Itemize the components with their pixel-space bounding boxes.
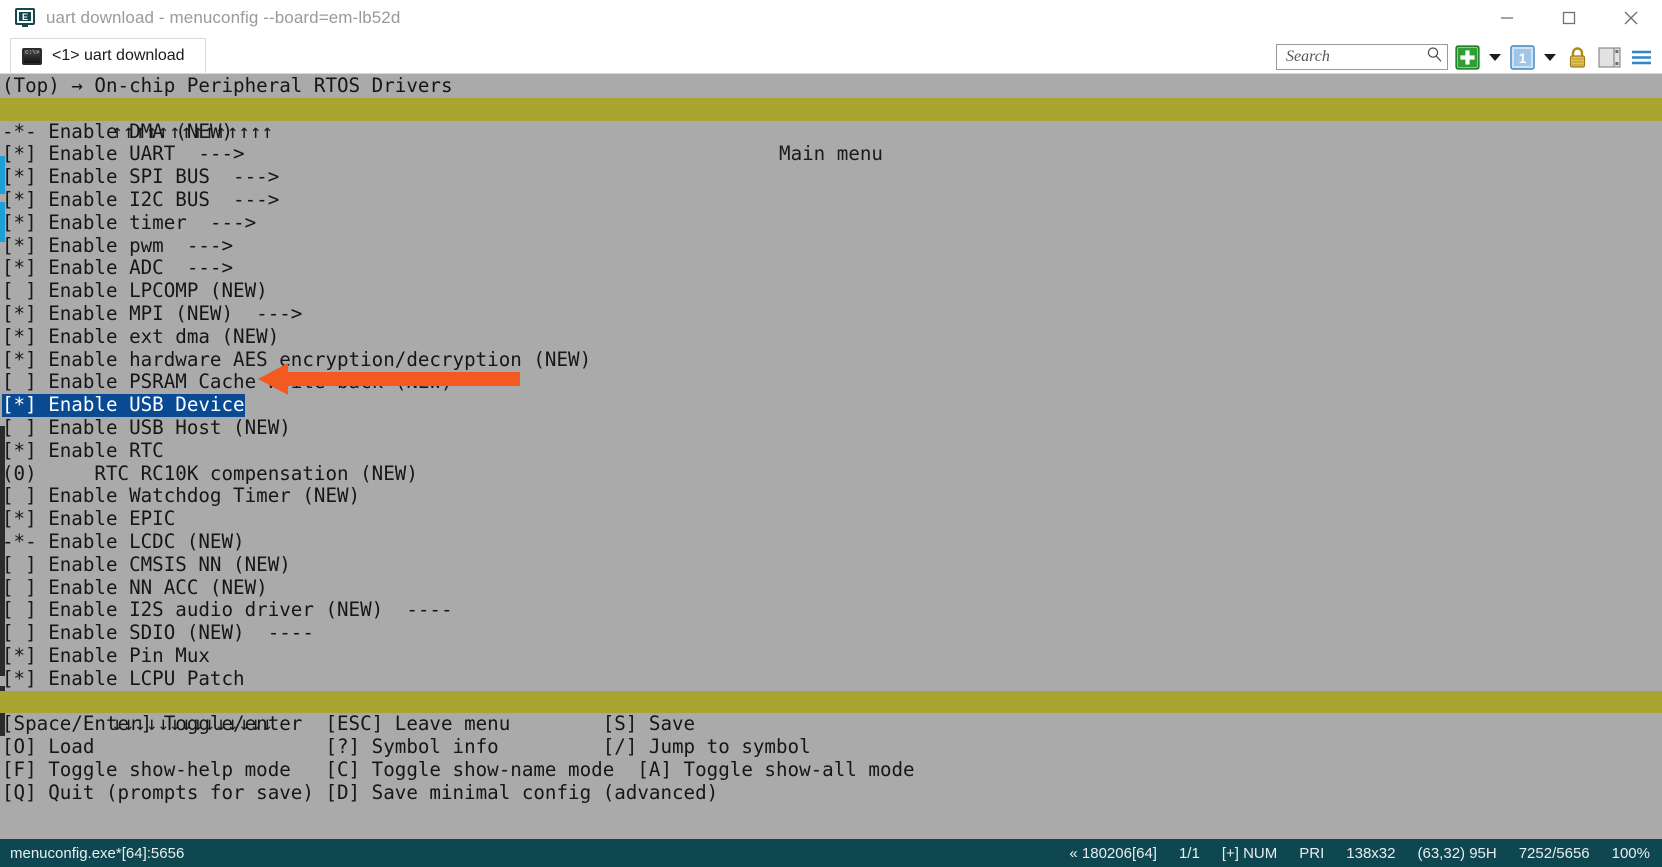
- status-item: [+] NUM: [1222, 845, 1277, 862]
- status-item: 7252/5656: [1519, 845, 1590, 862]
- session-button[interactable]: 1: [1510, 45, 1535, 70]
- close-button[interactable]: [1600, 0, 1662, 36]
- scroll-down-arrows: ↓↓↓↓↓↓↓↓↓↓↓↓↓↓: [69, 712, 273, 735]
- menu-item[interactable]: [*] Enable LCPU Patch: [0, 668, 1662, 691]
- tab-uart-download[interactable]: <1> uart download: [10, 38, 206, 73]
- menu-item[interactable]: -*- Enable LCDC (NEW): [0, 531, 1662, 554]
- scroll-up-arrows: ↑↑↑↑↑↑↑↑↑↑↑↑↑↑: [69, 120, 273, 143]
- svg-text:E: E: [22, 12, 28, 22]
- status-item: (63,32) 95H: [1418, 845, 1497, 862]
- menu-item[interactable]: [ ] Enable PSRAM Cache write back (NEW): [0, 371, 1662, 394]
- menu-item[interactable]: [*] Enable ADC --->: [0, 257, 1662, 280]
- svg-text:1: 1: [1519, 50, 1527, 66]
- lock-icon[interactable]: [1565, 45, 1590, 70]
- new-tab-dropdown-icon[interactable]: [1489, 54, 1501, 61]
- tab-bar: <1> uart download: [0, 36, 1662, 74]
- maximize-button[interactable]: [1538, 0, 1600, 36]
- menu-item[interactable]: [*] Enable I2C BUS --->: [0, 189, 1662, 212]
- new-tab-button[interactable]: [1455, 45, 1480, 70]
- toolbar: 1: [1276, 44, 1654, 70]
- menu-item[interactable]: [*] Enable MPI (NEW) --->: [0, 303, 1662, 326]
- title-bar-left: E uart download - menuconfig --board=em-…: [0, 7, 400, 29]
- menu-item-selected-label: [*] Enable USB Device: [2, 394, 245, 417]
- menu-item[interactable]: [ ] Enable CMSIS NN (NEW): [0, 554, 1662, 577]
- status-process: menuconfig.exe*[64]:5656: [10, 845, 184, 862]
- window-controls: [1476, 0, 1662, 36]
- key-hint-row: [Q] Quit (prompts for save) [D] Save min…: [0, 782, 1662, 805]
- menu-item[interactable]: [*] Enable RTC: [0, 440, 1662, 463]
- status-indicators: « 180206[64] 1/1 [+] NUM PRI 138x32 (63,32) 9…: [1069, 845, 1656, 862]
- key-hint-row: [F] Toggle show-help mode [C] Toggle sho…: [0, 759, 1662, 782]
- minimize-button[interactable]: [1476, 0, 1538, 36]
- menu-top-bar: ↑↑↑↑↑↑↑↑↑↑↑↑↑↑ Main menu: [0, 98, 1662, 121]
- menu-item[interactable]: [*] Enable ext dma (NEW): [0, 326, 1662, 349]
- window-title: uart download - menuconfig --board=em-lb…: [46, 8, 400, 28]
- console-app-icon: E: [14, 7, 36, 29]
- menu-item[interactable]: [ ] Enable NN ACC (NEW): [0, 577, 1662, 600]
- split-view-icon[interactable]: [1597, 45, 1622, 70]
- status-item: PRI: [1299, 845, 1324, 862]
- menu-item[interactable]: [ ] Enable USB Host (NEW): [0, 417, 1662, 440]
- menu-item[interactable]: [*] Enable Pin Mux: [0, 645, 1662, 668]
- status-bar: menuconfig.exe*[64]:5656 « 180206[64] 1/1…: [0, 839, 1662, 867]
- console-icon: [22, 48, 42, 65]
- search-box[interactable]: [1276, 44, 1448, 70]
- status-item: 138x32: [1346, 845, 1395, 862]
- menu-item[interactable]: [ ] Enable LPCOMP (NEW): [0, 280, 1662, 303]
- menu-item[interactable]: [*] Enable SPI BUS --->: [0, 166, 1662, 189]
- search-icon[interactable]: [1426, 46, 1443, 68]
- menu-list[interactable]: -*- Enable DMA (NEW)[*] Enable UART --->…: [0, 121, 1662, 691]
- menu-item[interactable]: [*] Enable hardware AES encryption/decry…: [0, 349, 1662, 372]
- menu-title: Main menu: [0, 143, 1662, 166]
- terminal-screen[interactable]: (Top) → On-chip Peripheral RTOS Drivers …: [0, 74, 1662, 839]
- menu-icon[interactable]: [1629, 45, 1654, 70]
- menu-item[interactable]: [*] Enable EPIC: [0, 508, 1662, 531]
- menu-item[interactable]: [*] Enable timer --->: [0, 212, 1662, 235]
- menu-item[interactable]: [ ] Enable SDIO (NEW) ----: [0, 622, 1662, 645]
- menu-bottom-bar: ↓↓↓↓↓↓↓↓↓↓↓↓↓↓: [0, 691, 1662, 714]
- menu-item[interactable]: [ ] Enable Watchdog Timer (NEW): [0, 485, 1662, 508]
- tab-label: <1> uart download: [52, 47, 185, 65]
- key-hint-row: [O] Load [?] Symbol info [/] Jump to sym…: [0, 736, 1662, 759]
- status-item: 1/1: [1179, 845, 1200, 862]
- status-item: « 180206[64]: [1069, 845, 1157, 862]
- menu-item[interactable]: (0) RTC RC10K compensation (NEW): [0, 463, 1662, 486]
- app-window: E uart download - menuconfig --board=em-…: [0, 0, 1662, 867]
- session-dropdown-icon[interactable]: [1544, 54, 1556, 61]
- status-item: 100%: [1612, 845, 1650, 862]
- menu-item[interactable]: [*] Enable USB Device: [0, 394, 1662, 417]
- search-input[interactable]: [1284, 47, 1426, 67]
- menu-item[interactable]: [*] Enable pwm --->: [0, 235, 1662, 258]
- breadcrumb: (Top) → On-chip Peripheral RTOS Drivers: [0, 75, 1662, 98]
- menu-item[interactable]: [ ] Enable I2S audio driver (NEW) ----: [0, 599, 1662, 622]
- title-bar: E uart download - menuconfig --board=em-…: [0, 0, 1662, 36]
